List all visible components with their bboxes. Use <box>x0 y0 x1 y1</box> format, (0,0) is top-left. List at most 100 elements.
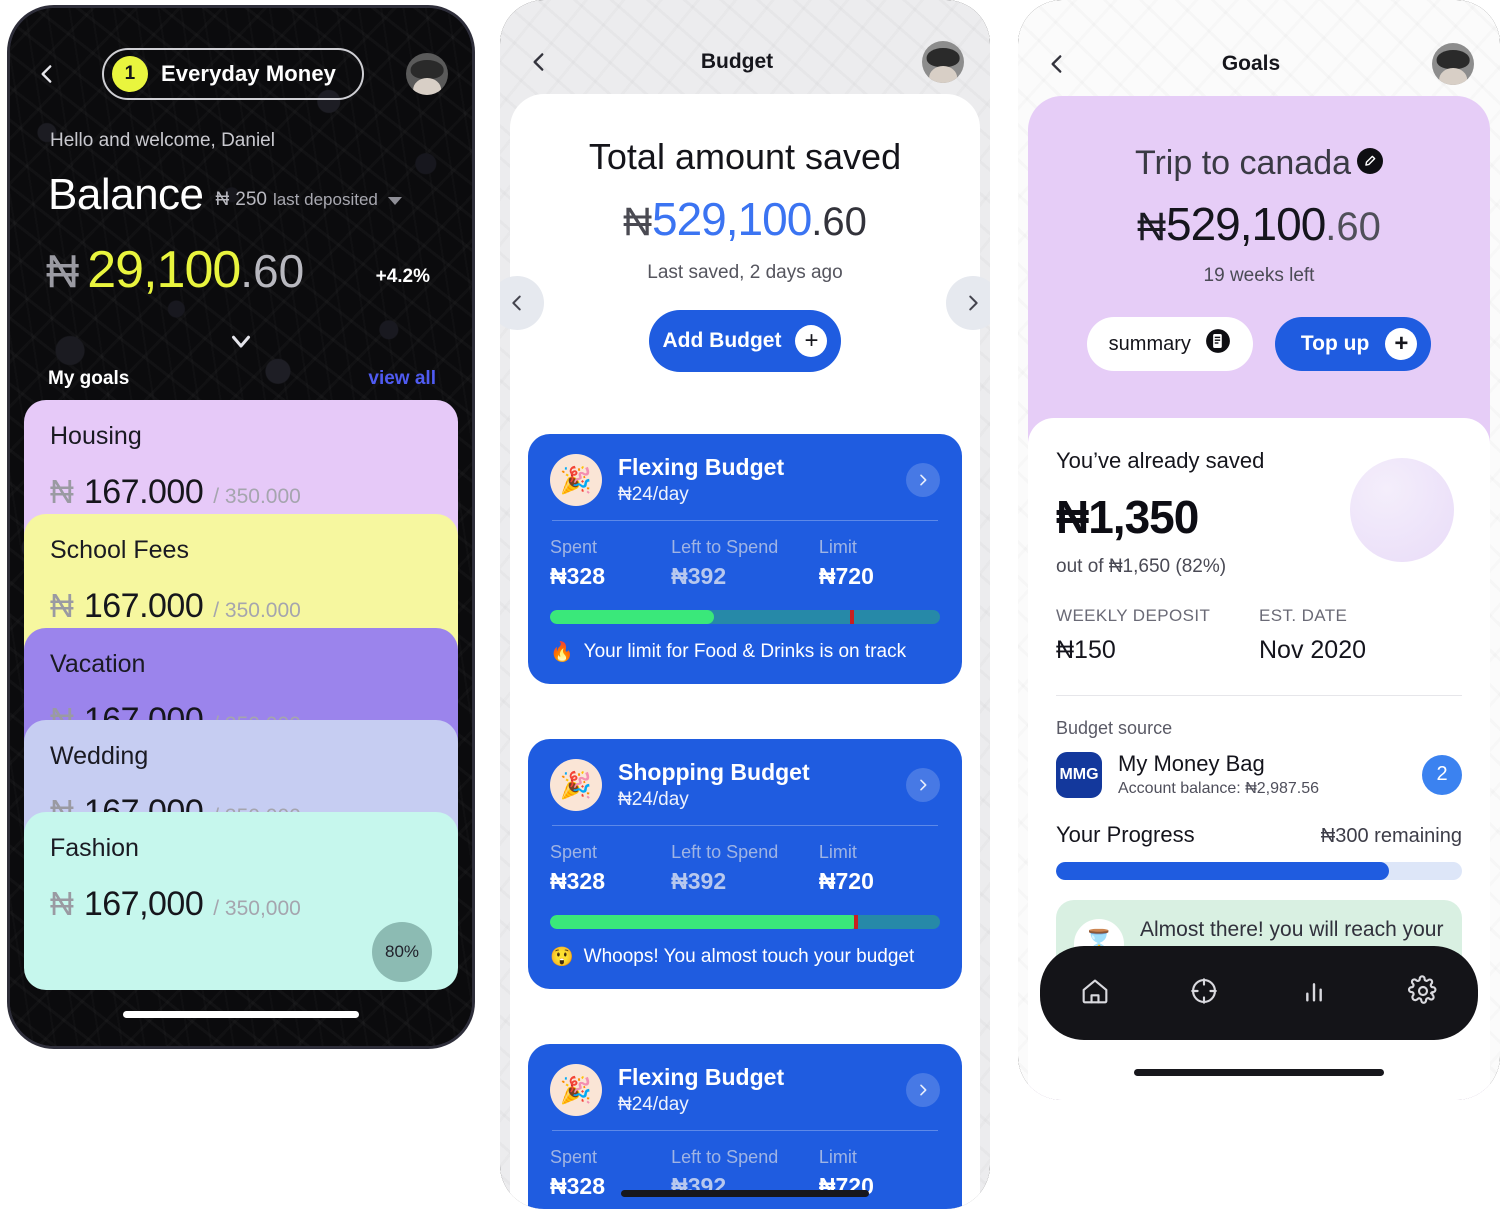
balance-label: Balance <box>48 170 204 219</box>
goal-amount: ₦ 529,100 .60 <box>1028 197 1490 251</box>
budget-name: Flexing Budget <box>618 454 785 480</box>
budget-stats: Spent ₦328 Left to Spend ₦392 Limit ₦720 <box>550 537 940 590</box>
currency-symbol: ₦ <box>46 245 80 297</box>
chevron-down-icon[interactable] <box>387 197 402 205</box>
back-icon[interactable] <box>526 49 552 75</box>
last-deposited[interactable]: ₦ 250 last deposited <box>216 189 402 220</box>
goal-decimal: .60 <box>1325 205 1381 249</box>
summary-button[interactable]: summary <box>1086 317 1253 371</box>
last-deposit-amount: 250 <box>235 189 267 210</box>
source-balance: Account balance: ₦2,987.56 <box>1118 780 1320 797</box>
goal-saved: 167,000 <box>83 885 204 923</box>
chevron-right-icon[interactable] <box>906 1073 940 1107</box>
view-all-link[interactable]: view all <box>368 368 436 390</box>
goal-card[interactable]: Fashion ₦ 167,000 / 350,000 80% <box>24 812 458 990</box>
budget-source-row[interactable]: MMG My Money Bag Account balance: ₦2,987… <box>1056 751 1462 798</box>
goal-title-row: Trip to canada <box>1028 144 1490 183</box>
expand-balance-button[interactable] <box>10 326 472 356</box>
add-budget-button[interactable]: Add Budget + <box>649 310 841 372</box>
bank-logo-icon: MMG <box>1056 751 1102 798</box>
budget-per-day: ₦24/day <box>618 484 689 505</box>
budget-message: 😲 Whoops! You almost touch your budget <box>550 945 940 969</box>
budget-progress-bar <box>550 610 940 624</box>
source-name: My Money Bag <box>1118 751 1265 776</box>
progress-bar <box>1056 862 1462 880</box>
target-icon <box>1188 975 1220 1012</box>
app-title: Everyday Money <box>160 61 337 86</box>
nav-home-button[interactable] <box>1067 965 1123 1021</box>
est-date-label: EST. DATE <box>1259 606 1348 625</box>
balance-main: 29,100 <box>87 241 241 299</box>
phone-everyday-money: 1 Everyday Money Hello and welcome, Dani… <box>10 8 472 1046</box>
goal-name: Fashion <box>50 834 139 862</box>
budget-card[interactable]: 🎉 Flexing Budget ₦24/day Spent ₦328 Left to S… <box>528 1044 962 1209</box>
progress-remaining: ₦300 remaining <box>1320 825 1462 847</box>
goal-values: ₦167.000 / 350.000 <box>50 473 432 512</box>
add-budget-label: Add Budget <box>662 329 782 352</box>
budget-card[interactable]: 🎉 Flexing Budget ₦24/day Spent ₦328 Left to S… <box>528 434 962 684</box>
nav-stats-button[interactable] <box>1286 965 1342 1021</box>
budget-card-header: 🎉 Flexing Budget ₦24/day <box>550 454 940 506</box>
home-indicator <box>123 1011 359 1018</box>
divider <box>552 1130 938 1131</box>
goal-target: / 350.000 <box>213 485 301 508</box>
budget-per-day: ₦24/day <box>618 1094 689 1115</box>
top-up-label: Top up <box>1300 332 1370 355</box>
budget-card-header: 🎉 Shopping Budget ₦24/day <box>550 759 940 811</box>
last-deposit-text: last deposited <box>272 190 378 209</box>
budget-card-header: 🎉 Flexing Budget ₦24/day <box>550 1064 940 1116</box>
budget-card[interactable]: 🎉 Shopping Budget ₦24/day Spent ₦328 Left to … <box>528 739 962 989</box>
budget-progress-bar <box>550 915 940 929</box>
phone1-header: 1 Everyday Money <box>10 48 472 100</box>
total-decimal: .60 <box>811 200 867 244</box>
app-title-pill[interactable]: 1 Everyday Money <box>70 48 396 100</box>
nav-settings-button[interactable] <box>1395 965 1451 1021</box>
budget-message: 🔥 Your limit for Food & Drinks is on trac… <box>550 640 940 664</box>
settings-icon <box>1407 974 1439 1012</box>
progress-row: Your Progress ₦300 remaining <box>1056 822 1462 848</box>
goal-percent-badge: 80% <box>372 922 432 982</box>
back-icon[interactable] <box>34 61 60 87</box>
currency-symbol: ₦ <box>623 200 652 244</box>
document-icon <box>1205 328 1231 360</box>
avatar[interactable] <box>406 53 448 95</box>
balance-decimal: .60 <box>240 245 305 297</box>
plus-icon: + <box>795 325 828 357</box>
weekly-deposit-value: ₦150 <box>1056 636 1116 664</box>
progress-label: Your Progress <box>1056 822 1195 847</box>
limit-marker <box>854 915 859 929</box>
phone-goals: Goals Trip to canada ₦ 529,100 .60 19 we… <box>1018 0 1500 1100</box>
progress-fill <box>550 610 714 624</box>
nav-target-button[interactable] <box>1176 965 1232 1021</box>
phone2-header: Budget <box>500 41 990 83</box>
currency-symbol: ₦ <box>50 473 74 510</box>
goal-saved: 167.000 <box>83 587 204 625</box>
goal-main: 529,100 <box>1166 198 1326 250</box>
source-count-badge[interactable]: 2 <box>1422 754 1462 795</box>
avatar[interactable] <box>1432 43 1474 85</box>
last-deposit-symbol: ₦ <box>215 189 230 210</box>
bottom-nav <box>1040 946 1478 1040</box>
budget-name: Shopping Budget <box>618 759 810 785</box>
pencil-icon[interactable] <box>1357 148 1384 174</box>
budget-source-label: Budget source <box>1056 718 1173 738</box>
chevron-right-icon[interactable] <box>906 463 940 497</box>
message-text: Your limit for Food & Drinks is on track <box>583 641 907 662</box>
est-date-value: Nov 2020 <box>1259 636 1367 664</box>
budget-stats: Spent ₦328 Left to Spend ₦392 Limit ₦720 <box>550 842 940 895</box>
divider <box>1056 695 1462 696</box>
top-up-button[interactable]: Top up + <box>1274 317 1432 371</box>
back-icon[interactable] <box>1044 51 1070 77</box>
summary-label: summary <box>1108 332 1191 355</box>
limit-marker <box>850 610 855 624</box>
goal-name: Vacation <box>50 650 146 678</box>
chevron-right-icon[interactable] <box>906 768 940 802</box>
weekly-deposit-col: WEEKLY DEPOSIT ₦150 <box>1056 606 1259 665</box>
currency-symbol: ₦ <box>50 587 74 624</box>
goal-name: Wedding <box>50 742 149 770</box>
my-goals-label: My goals <box>48 368 130 389</box>
screenshot-canvas: 1 Everyday Money Hello and welcome, Dani… <box>0 0 1500 1209</box>
avatar[interactable] <box>922 41 964 83</box>
goal-values: ₦ 167,000 / 350,000 <box>50 885 432 924</box>
currency-symbol: ₦ <box>1137 205 1166 249</box>
